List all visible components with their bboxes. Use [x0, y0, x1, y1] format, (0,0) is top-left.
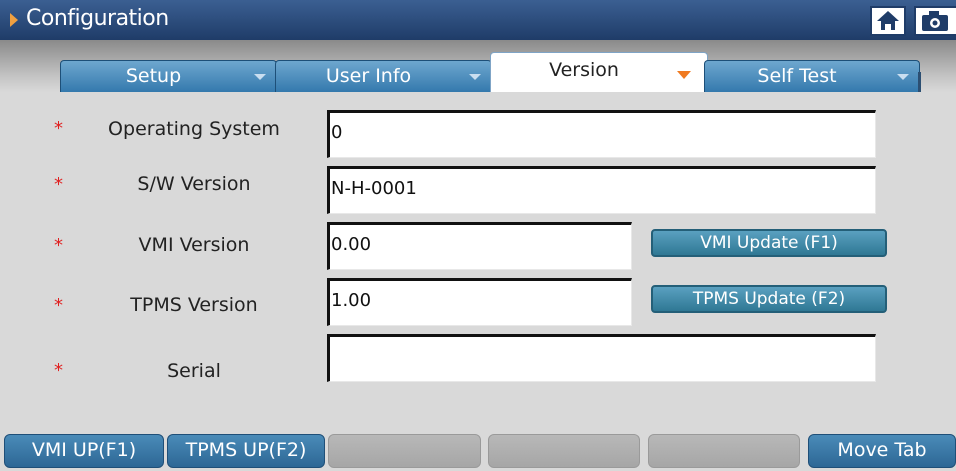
tpms-version-label: TPMS Version — [130, 294, 258, 316]
home-button[interactable] — [870, 6, 906, 36]
tab-strip: Setup User Info Version Self Test — [0, 40, 956, 92]
tab-label: Setup — [125, 65, 182, 87]
home-icon — [877, 11, 899, 30]
function-key-3[interactable] — [328, 434, 481, 468]
triangle-right-icon — [10, 13, 18, 27]
required-marker: * — [54, 360, 63, 381]
vmi-update-button[interactable]: VMI Update (F1) — [651, 229, 887, 257]
function-key-5[interactable] — [648, 434, 800, 468]
camera-button[interactable] — [914, 6, 956, 36]
tab-strip-edge — [918, 72, 921, 92]
chevron-down-icon — [677, 71, 691, 79]
tab-label: Self Test — [757, 65, 837, 87]
chevron-down-icon — [469, 74, 481, 80]
tab-user-info[interactable]: User Info — [275, 60, 492, 92]
title-bar: Configuration — [0, 0, 956, 40]
chevron-down-icon — [254, 74, 266, 80]
required-marker: * — [54, 295, 63, 316]
vmi-version-field[interactable]: 0.00 — [327, 222, 632, 270]
function-key-4[interactable] — [488, 434, 640, 468]
sw-version-label: S/W Version — [137, 173, 251, 195]
tpms-up-f2-key[interactable]: TPMS UP(F2) — [167, 434, 325, 468]
tab-self-test[interactable]: Self Test — [704, 60, 920, 92]
serial-field[interactable] — [327, 334, 876, 382]
operating-system-field[interactable]: 0 — [327, 110, 876, 158]
sw-version-field[interactable]: N-H-0001 — [327, 166, 876, 214]
vmi-up-f1-key[interactable]: VMI UP(F1) — [4, 434, 164, 468]
required-marker: * — [54, 118, 63, 139]
vmi-version-label: VMI Version — [138, 234, 250, 256]
chevron-down-icon — [897, 74, 909, 80]
tpms-version-field[interactable]: 1.00 — [327, 278, 632, 326]
camera-icon — [922, 11, 948, 31]
tab-label: Version — [549, 59, 619, 81]
tpms-update-button[interactable]: TPMS Update (F2) — [651, 285, 887, 313]
operating-system-label: Operating System — [108, 118, 280, 140]
serial-label: Serial — [167, 360, 221, 382]
required-marker: * — [54, 174, 63, 195]
window-title: Configuration — [26, 6, 169, 31]
tab-setup[interactable]: Setup — [60, 60, 277, 92]
tab-version[interactable]: Version — [490, 52, 708, 92]
required-marker: * — [54, 235, 63, 256]
move-tab-key[interactable]: Move Tab — [808, 434, 956, 468]
tab-label: User Info — [325, 65, 412, 87]
